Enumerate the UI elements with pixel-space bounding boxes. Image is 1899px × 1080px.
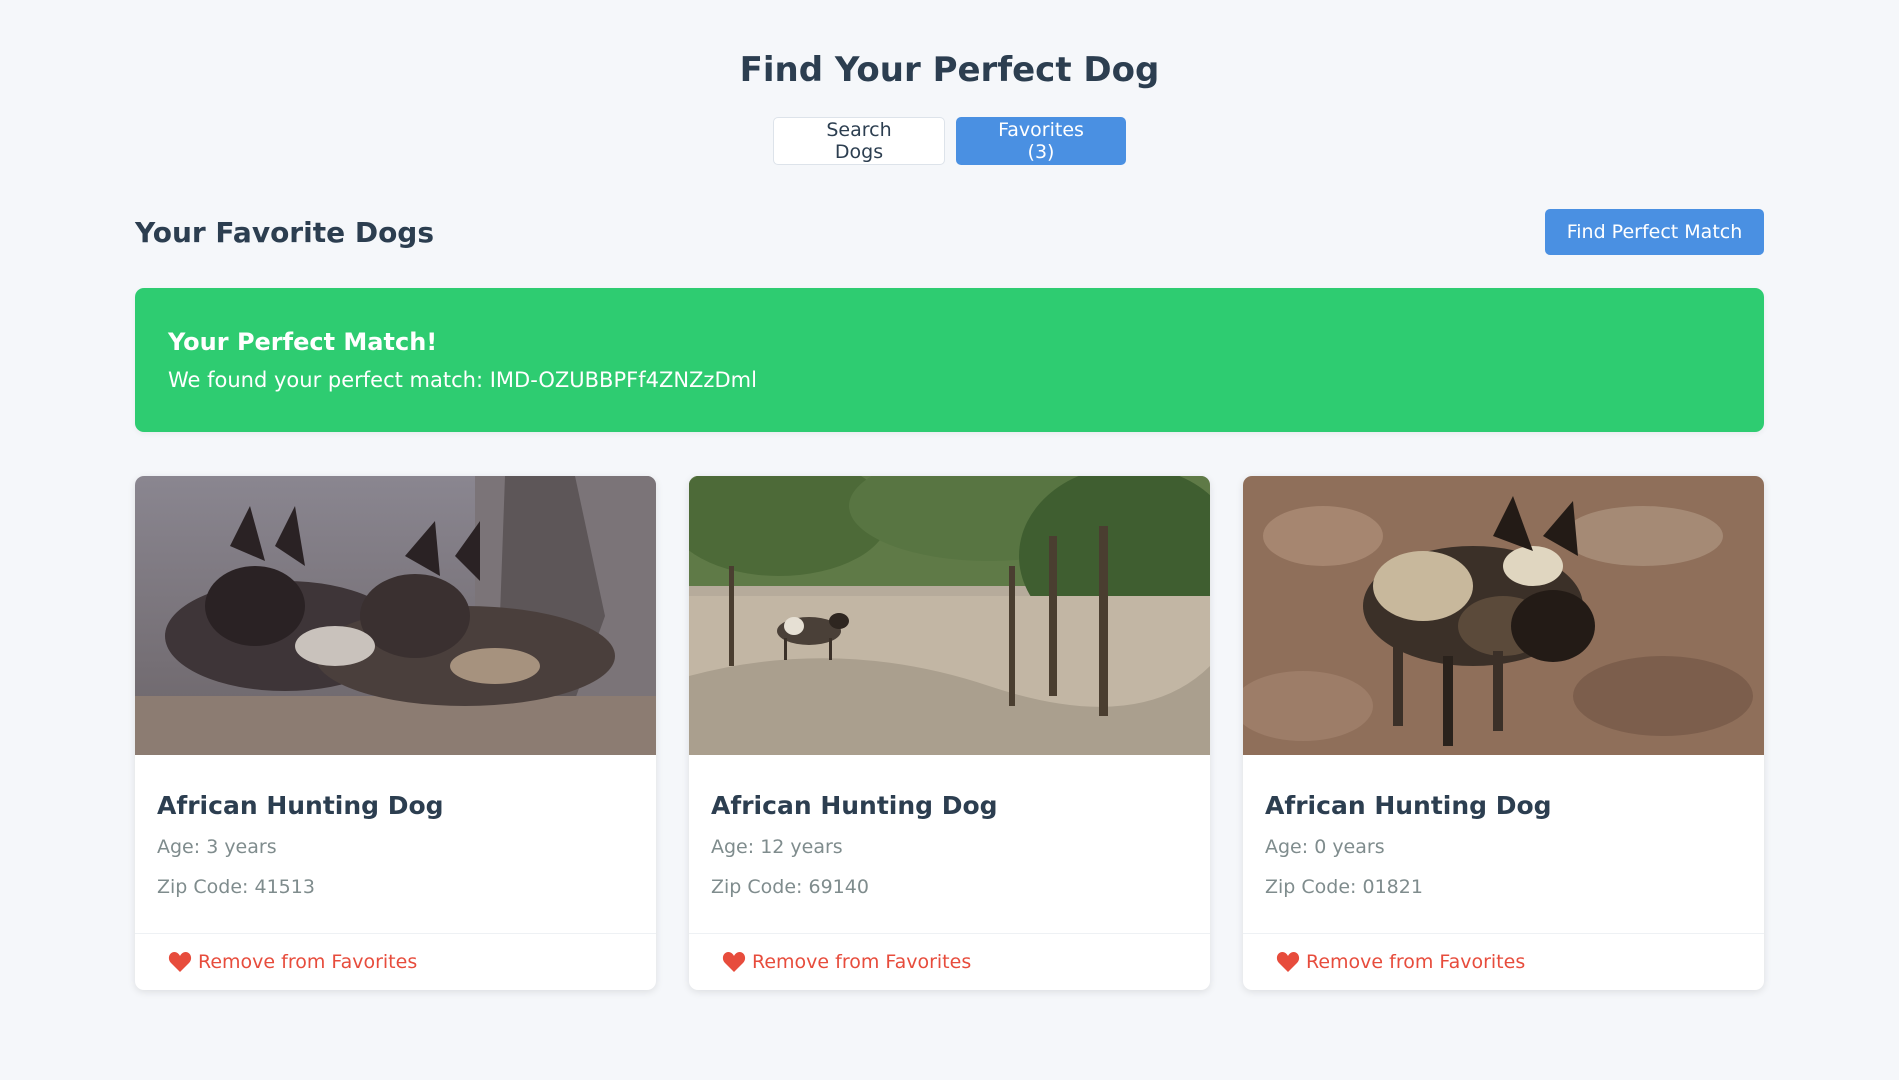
dog-card-footer: Remove from Favorites	[1243, 933, 1764, 990]
remove-from-favorites-button[interactable]: Remove from Favorites	[168, 951, 417, 973]
find-perfect-match-button[interactable]: Find Perfect Match	[1545, 209, 1764, 255]
dog-photo	[689, 476, 1210, 755]
perfect-match-banner: Your Perfect Match! We found your perfec…	[135, 288, 1764, 432]
heart-icon	[1276, 951, 1300, 973]
dog-breed-name: African Hunting Dog	[711, 791, 998, 820]
page-title: Find Your Perfect Dog	[739, 50, 1160, 90]
dog-photo	[135, 476, 656, 755]
dog-card: African Hunting Dog Age: 3 years Zip Cod…	[135, 476, 656, 990]
match-message: We found your perfect match: IMD-OZUBBPF…	[168, 368, 757, 392]
dog-breed-name: African Hunting Dog	[157, 791, 444, 820]
heart-icon	[722, 951, 746, 973]
dog-card-body: African Hunting Dog Age: 3 years Zip Cod…	[135, 755, 656, 933]
dog-age: Age: 3 years	[157, 836, 277, 858]
favorites-section-title: Your Favorite Dogs	[135, 216, 435, 249]
favorite-cards-grid: African Hunting Dog Age: 3 years Zip Cod…	[135, 476, 1764, 990]
dog-age: Age: 12 years	[711, 836, 843, 858]
remove-from-favorites-button[interactable]: Remove from Favorites	[1276, 951, 1525, 973]
page: Find Your Perfect Dog Search Dogs Favori…	[0, 0, 1899, 1080]
dog-card-body: African Hunting Dog Age: 12 years Zip Co…	[689, 755, 1210, 933]
dog-zip-code: Zip Code: 41513	[157, 876, 315, 898]
dog-card: African Hunting Dog Age: 12 years Zip Co…	[689, 476, 1210, 990]
dog-card-footer: Remove from Favorites	[135, 933, 656, 990]
dog-zip-code: Zip Code: 01821	[1265, 876, 1423, 898]
dog-age: Age: 0 years	[1265, 836, 1385, 858]
remove-from-favorites-button[interactable]: Remove from Favorites	[722, 951, 971, 973]
dog-card-body: African Hunting Dog Age: 0 years Zip Cod…	[1243, 755, 1764, 933]
dog-photo	[1243, 476, 1764, 755]
dog-card-footer: Remove from Favorites	[689, 933, 1210, 990]
dog-card: African Hunting Dog Age: 0 years Zip Cod…	[1243, 476, 1764, 990]
remove-from-favorites-label: Remove from Favorites	[752, 951, 972, 973]
dog-zip-code: Zip Code: 69140	[711, 876, 869, 898]
match-heading: Your Perfect Match!	[168, 328, 438, 356]
tab-favorites[interactable]: Favorites (3)	[956, 117, 1126, 165]
heart-icon	[168, 951, 192, 973]
dog-breed-name: African Hunting Dog	[1265, 791, 1552, 820]
remove-from-favorites-label: Remove from Favorites	[1306, 951, 1526, 973]
remove-from-favorites-label: Remove from Favorites	[198, 951, 418, 973]
tab-bar: Search Dogs Favorites (3)	[0, 117, 1899, 165]
tab-search-dogs[interactable]: Search Dogs	[773, 117, 945, 165]
